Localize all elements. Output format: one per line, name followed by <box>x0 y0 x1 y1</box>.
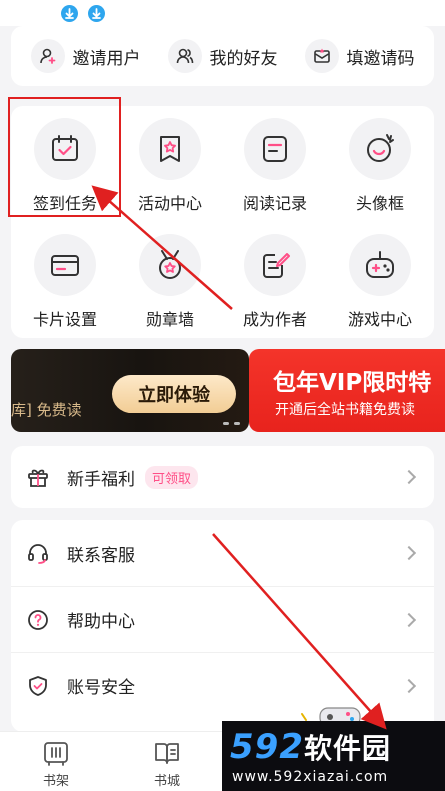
grid-item-reading-history[interactable]: 阅读记录 <box>225 118 325 214</box>
envelope-icon <box>304 39 339 73</box>
invite-row: 邀请用户 我的好友 填邀请码 <box>11 26 434 86</box>
newbie-welfare-row[interactable]: 新手福利 可领取 <box>11 446 434 508</box>
headset-icon <box>25 540 51 566</box>
chevron-right-icon <box>401 545 417 561</box>
help-center-row[interactable]: 帮助中心 <box>11 586 434 652</box>
nav-bookshelf[interactable]: 书架 <box>26 738 86 789</box>
menu-row-label: 联系客服 <box>67 545 135 566</box>
enter-invite-code-button[interactable]: 填邀请码 <box>304 39 415 73</box>
grid-item-become-author[interactable]: 成为作者 <box>225 234 325 330</box>
add-user-icon <box>30 39 65 73</box>
watermark-brand-name: 软件园 <box>303 732 391 765</box>
grid-item-avatar-frame[interactable]: 头像框 <box>330 118 430 214</box>
grid-item-game-center[interactable]: 游戏中心 <box>330 234 430 330</box>
try-now-button[interactable]: 立即体验 <box>112 375 236 413</box>
download-icon[interactable] <box>88 5 105 22</box>
invite-item-label: 我的好友 <box>209 48 278 69</box>
chevron-right-icon <box>401 469 417 485</box>
claimable-badge: 可领取 <box>145 465 199 489</box>
banner-right-title: 包年VIP限时特 <box>273 370 432 396</box>
invite-item-label: 填邀请码 <box>346 48 415 69</box>
bookstore-icon <box>155 743 179 764</box>
grid-item-label: 成为作者 <box>242 310 307 329</box>
grid-item-card-settings[interactable]: 卡片设置 <box>15 234 115 330</box>
menu-row-label: 帮助中心 <box>67 612 135 632</box>
grid-item-activity-center[interactable]: 活动中心 <box>120 118 220 214</box>
grid-item-label: 活动中心 <box>137 194 202 213</box>
bookshelf-icon <box>44 742 68 766</box>
medal-icon <box>139 234 201 296</box>
pen-paper-icon <box>244 234 306 296</box>
banner-right-subtitle: 开通后全站书籍免费读 <box>275 402 415 418</box>
grid-item-label: 头像框 <box>355 194 404 213</box>
grid-item-label: 勋章墙 <box>145 310 194 329</box>
watermark-url: www.592xiazai.com <box>232 769 389 785</box>
watermark-brand-number: 592 <box>230 727 304 767</box>
avatar-frame-icon <box>349 118 411 180</box>
grid-item-label: 卡片设置 <box>32 310 97 329</box>
card-icon <box>34 234 96 296</box>
top-strip <box>0 0 445 26</box>
chevron-right-icon <box>401 678 417 693</box>
shield-icon <box>25 673 51 699</box>
grid-item-medal-wall[interactable]: 勋章墙 <box>120 234 220 330</box>
chevron-right-icon <box>401 612 417 627</box>
contact-support-row[interactable]: 联系客服 <box>11 520 434 586</box>
document-icon <box>244 118 306 180</box>
welfare-label: 新手福利 <box>67 469 135 490</box>
site-watermark: 592软件园 www.592xiazai.com <box>222 721 445 791</box>
nav-label: 书城 <box>153 774 180 789</box>
gift-icon <box>25 464 51 490</box>
grid-item-label: 阅读记录 <box>242 194 307 213</box>
star-flag-icon <box>139 118 201 180</box>
nav-bookstore[interactable]: 书城 <box>137 738 197 789</box>
friends-icon <box>167 39 202 73</box>
vip-trial-banner[interactable]: 库] 免费读 立即体验 <box>11 349 249 432</box>
carousel-indicator <box>223 422 240 425</box>
invite-item-label: 邀请用户 <box>72 48 141 69</box>
menu-row-label: 账号安全 <box>67 678 135 698</box>
my-friends-button[interactable]: 我的好友 <box>167 39 278 73</box>
nav-label: 书架 <box>42 774 69 789</box>
annual-vip-banner[interactable]: 包年VIP限时特 开通后全站书籍免费读 <box>249 349 445 432</box>
watermark-brand: 592软件园 <box>230 727 391 767</box>
download-icon[interactable] <box>61 5 78 22</box>
highlight-box <box>8 97 121 217</box>
question-icon <box>25 607 51 633</box>
banner-left-text: 库] 免费读 <box>11 401 82 419</box>
gamepad-icon <box>349 234 411 296</box>
invite-user-button[interactable]: 邀请用户 <box>30 39 141 73</box>
grid-item-label: 游戏中心 <box>347 310 412 329</box>
